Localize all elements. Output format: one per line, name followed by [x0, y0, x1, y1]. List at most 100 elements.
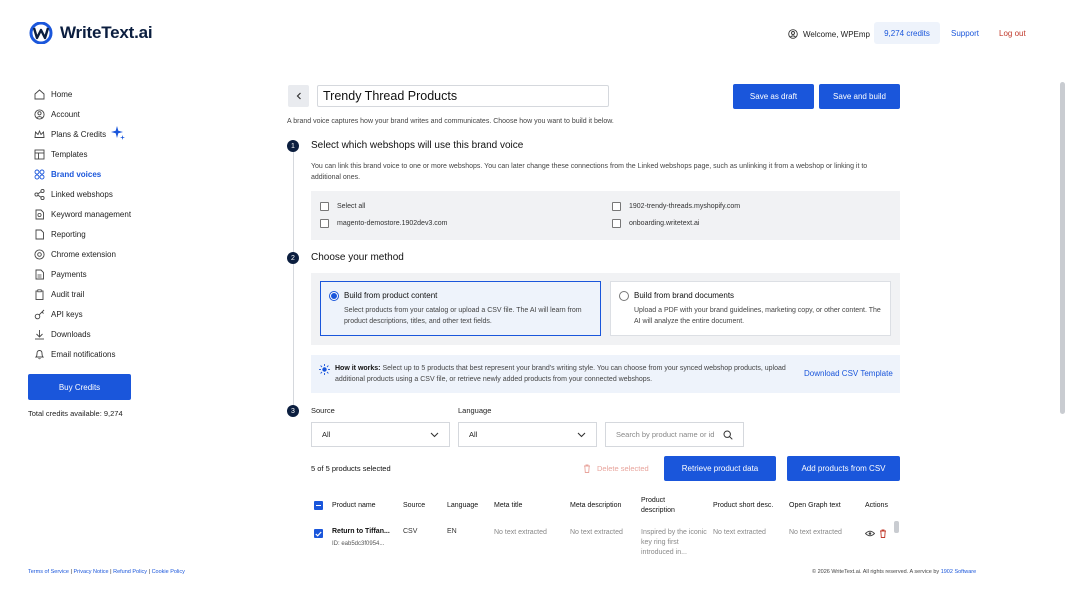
- sidebar-item-chrome-extension[interactable]: Chrome extension: [34, 244, 164, 264]
- sidebar-item-home[interactable]: Home: [34, 84, 164, 104]
- webshop-option[interactable]: onboarding.writetext.ai: [612, 219, 699, 228]
- column-header[interactable]: Product description: [641, 496, 691, 516]
- webshop-label: magento-demostore.1902dev3.com: [337, 220, 448, 227]
- page-scrollbar[interactable]: [1060, 82, 1065, 414]
- refund-link[interactable]: Refund Policy: [113, 569, 147, 575]
- row-checkbox[interactable]: [314, 529, 323, 538]
- column-header[interactable]: Source: [403, 501, 425, 511]
- delete-selected-label: Delete selected: [597, 464, 649, 473]
- sidebar-item-account[interactable]: Account: [34, 104, 164, 124]
- how-it-works-text: How it works: Select up to 5 products th…: [335, 363, 795, 385]
- sidebar-item-label: Account: [51, 109, 80, 119]
- copyright-text: © 2026 WriteText.ai. All rights reserved…: [812, 569, 940, 575]
- save-draft-button[interactable]: Save as draft: [733, 84, 814, 109]
- key-icon: [34, 309, 45, 320]
- company-link[interactable]: 1902 Software: [941, 569, 976, 575]
- sidebar-item-brand-voices[interactable]: Brand voices: [34, 164, 164, 184]
- eye-icon[interactable]: [865, 530, 875, 537]
- sidebar-item-label: API keys: [51, 309, 83, 319]
- sidebar-item-label: Downloads: [51, 329, 91, 339]
- sidebar-item-email-notifications[interactable]: Email notifications: [34, 344, 164, 364]
- checkbox[interactable]: [320, 219, 329, 228]
- column-header[interactable]: Language: [447, 501, 478, 511]
- source-label: Source: [311, 406, 335, 415]
- sidebar-item-linked-webshops[interactable]: Linked webshops: [34, 184, 164, 204]
- radio-button[interactable]: [619, 291, 629, 301]
- sidebar-item-payments[interactable]: Payments: [34, 264, 164, 284]
- step-3-number: 3: [287, 405, 299, 417]
- step-connector: [293, 146, 294, 416]
- sidebar-item-reporting[interactable]: Reporting: [34, 224, 164, 244]
- terms-link[interactable]: Terms of Service: [28, 569, 69, 575]
- chevron-left-icon: [296, 92, 301, 100]
- cookie-link[interactable]: Cookie Policy: [152, 569, 185, 575]
- column-header[interactable]: Open Graph text: [789, 501, 841, 511]
- template-icon: [34, 149, 45, 160]
- support-link[interactable]: Support: [951, 29, 979, 38]
- credits-badge[interactable]: 9,274 credits: [874, 22, 940, 44]
- short-desc-cell: No text extracted: [713, 529, 766, 536]
- column-header[interactable]: Product short desc.: [713, 501, 773, 511]
- delete-selected-button[interactable]: Delete selected: [583, 464, 649, 473]
- language-select-value: All: [469, 430, 478, 439]
- step-1-number: 1: [287, 140, 299, 152]
- save-and-build-button[interactable]: Save and build: [819, 84, 900, 109]
- open-graph-cell: No text extracted: [789, 529, 842, 536]
- table-scrollbar[interactable]: [894, 521, 899, 533]
- sidebar-item-label: Reporting: [51, 229, 86, 239]
- privacy-link[interactable]: Privacy Notice: [73, 569, 108, 575]
- source-select[interactable]: All: [311, 422, 450, 447]
- sidebar-item-keyword-management[interactable]: Keyword management: [34, 204, 164, 224]
- sidebar-item-label: Linked webshops: [51, 189, 113, 199]
- language-select[interactable]: All: [458, 422, 597, 447]
- radio-button[interactable]: [329, 291, 339, 301]
- bell-icon: [34, 349, 45, 360]
- brand-voice-description: A brand voice captures how your brand wr…: [287, 118, 614, 125]
- sidebar-item-audit-trail[interactable]: Audit trail: [34, 284, 164, 304]
- payment-doc-icon: [34, 269, 45, 280]
- search-placeholder: Search by product name or id: [616, 430, 715, 439]
- column-header[interactable]: Product name: [332, 501, 376, 511]
- sidebar-item-label: Email notifications: [51, 349, 116, 359]
- step-1-description: You can link this brand voice to one or …: [311, 163, 868, 181]
- checkbox[interactable]: [612, 219, 621, 228]
- sidebar-item-downloads[interactable]: Downloads: [34, 324, 164, 344]
- download-icon: [34, 329, 45, 340]
- add-products-csv-button[interactable]: Add products from CSV: [787, 456, 900, 481]
- welcome-user[interactable]: Welcome, WPEmp: [788, 29, 870, 39]
- download-csv-template-link[interactable]: Download CSV Template: [804, 369, 893, 378]
- sidebar-item-templates[interactable]: Templates: [34, 144, 164, 164]
- meta-description-cell: No text extracted: [570, 529, 623, 536]
- report-doc-icon: [34, 229, 45, 240]
- select-all-rows-checkbox[interactable]: [314, 501, 323, 510]
- clipboard-icon: [34, 288, 45, 300]
- sidebar: Home Account Plans & Credits Templates Brand…: [34, 84, 164, 364]
- method-option-product-content[interactable]: Build from product content Select produc…: [320, 281, 601, 336]
- webshop-option[interactable]: magento-demostore.1902dev3.com: [320, 219, 448, 228]
- step-1-title: Select which webshops will use this bran…: [311, 140, 524, 151]
- method-option-brand-documents[interactable]: Build from brand documents Upload a PDF …: [610, 281, 891, 336]
- sidebar-item-plans-credits[interactable]: Plans & Credits: [34, 124, 164, 144]
- column-header[interactable]: Meta title: [494, 501, 522, 511]
- column-header[interactable]: Meta description: [570, 501, 621, 511]
- option-description: Select products from your catalog or upl…: [344, 307, 582, 325]
- sparkle-icon: [111, 126, 125, 140]
- brand-voice-name-input[interactable]: Trendy Thread Products: [317, 85, 609, 107]
- checkbox[interactable]: [612, 202, 621, 211]
- product-search-input[interactable]: Search by product name or id: [605, 422, 744, 447]
- total-credits-text: Total credits available: 9,274: [28, 409, 123, 418]
- logo-text: WriteText.ai: [60, 23, 153, 42]
- logo[interactable]: WriteText.ai: [28, 22, 153, 44]
- trash-icon[interactable]: [879, 529, 887, 538]
- back-button[interactable]: [288, 85, 309, 107]
- retrieve-product-data-button[interactable]: Retrieve product data: [664, 456, 776, 481]
- sidebar-item-label: Chrome extension: [51, 249, 116, 259]
- select-all-checkbox[interactable]: Select all: [320, 202, 365, 211]
- selected-count: 5 of 5 products selected: [311, 464, 391, 473]
- logout-link[interactable]: Log out: [999, 29, 1026, 38]
- sidebar-item-api-keys[interactable]: API keys: [34, 304, 164, 324]
- checkbox[interactable]: [320, 202, 329, 211]
- chrome-icon: [34, 248, 45, 260]
- buy-credits-button[interactable]: Buy Credits: [28, 374, 131, 400]
- webshop-option[interactable]: 1902-trendy-threads.myshopify.com: [612, 202, 740, 211]
